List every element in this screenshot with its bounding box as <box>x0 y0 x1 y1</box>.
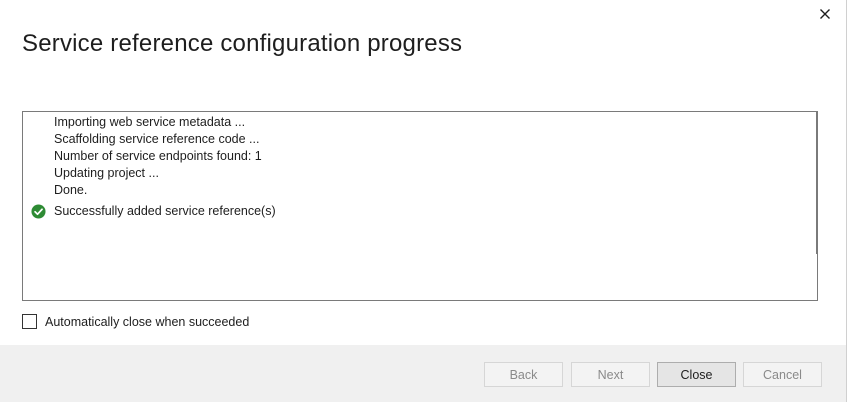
log-line: Number of service endpoints found: 1 <box>31 148 809 165</box>
success-text: Successfully added service reference(s) <box>54 204 276 218</box>
log-line: Importing web service metadata ... <box>31 114 809 131</box>
back-button[interactable]: Back <box>484 362 563 387</box>
success-check-icon <box>31 203 54 220</box>
auto-close-label: Automatically close when succeeded <box>45 314 250 329</box>
log-line-success: Successfully added service reference(s) <box>31 203 809 220</box>
log-line-text: Number of service endpoints found: 1 <box>54 149 262 163</box>
close-button[interactable]: Close <box>657 362 736 387</box>
log-line-text: Importing web service metadata ... <box>54 115 246 129</box>
close-icon[interactable] <box>816 5 834 23</box>
log-line: Scaffolding service reference code ... <box>31 131 809 148</box>
log-divider <box>816 112 817 254</box>
log-lines: Importing web service metadata ... Scaff… <box>31 114 809 220</box>
log-line: Done. <box>31 182 809 199</box>
log-line-text: Updating project ... <box>54 166 159 180</box>
dialog-footer: Back Next Close Cancel <box>0 345 846 402</box>
log-line-text: Done. <box>54 183 88 197</box>
auto-close-checkbox[interactable] <box>22 314 37 329</box>
log-line-text: Scaffolding service reference code ... <box>54 132 260 146</box>
log-line: Updating project ... <box>31 165 809 182</box>
auto-close-option[interactable]: Automatically close when succeeded <box>22 314 249 329</box>
next-button[interactable]: Next <box>571 362 650 387</box>
dialog-title: Service reference configuration progress <box>22 30 463 57</box>
progress-log[interactable]: Importing web service metadata ... Scaff… <box>22 111 818 301</box>
service-reference-progress-dialog: Service reference configuration progress… <box>0 0 847 402</box>
cancel-button[interactable]: Cancel <box>743 362 822 387</box>
